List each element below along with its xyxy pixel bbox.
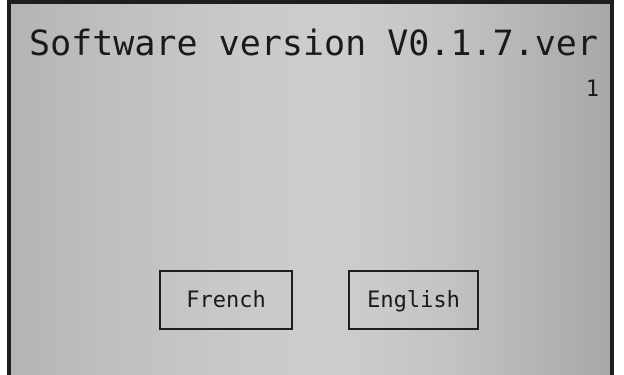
page-number: 1	[585, 77, 599, 102]
english-button[interactable]: English	[348, 270, 479, 330]
lcd-screen: Software version V0.1.7.ver 1 French Eng…	[7, 0, 614, 375]
french-button-label: French	[186, 287, 266, 313]
french-button[interactable]: French	[159, 270, 293, 330]
software-version-title: Software version V0.1.7.ver	[29, 24, 598, 64]
english-button-label: English	[367, 287, 460, 313]
